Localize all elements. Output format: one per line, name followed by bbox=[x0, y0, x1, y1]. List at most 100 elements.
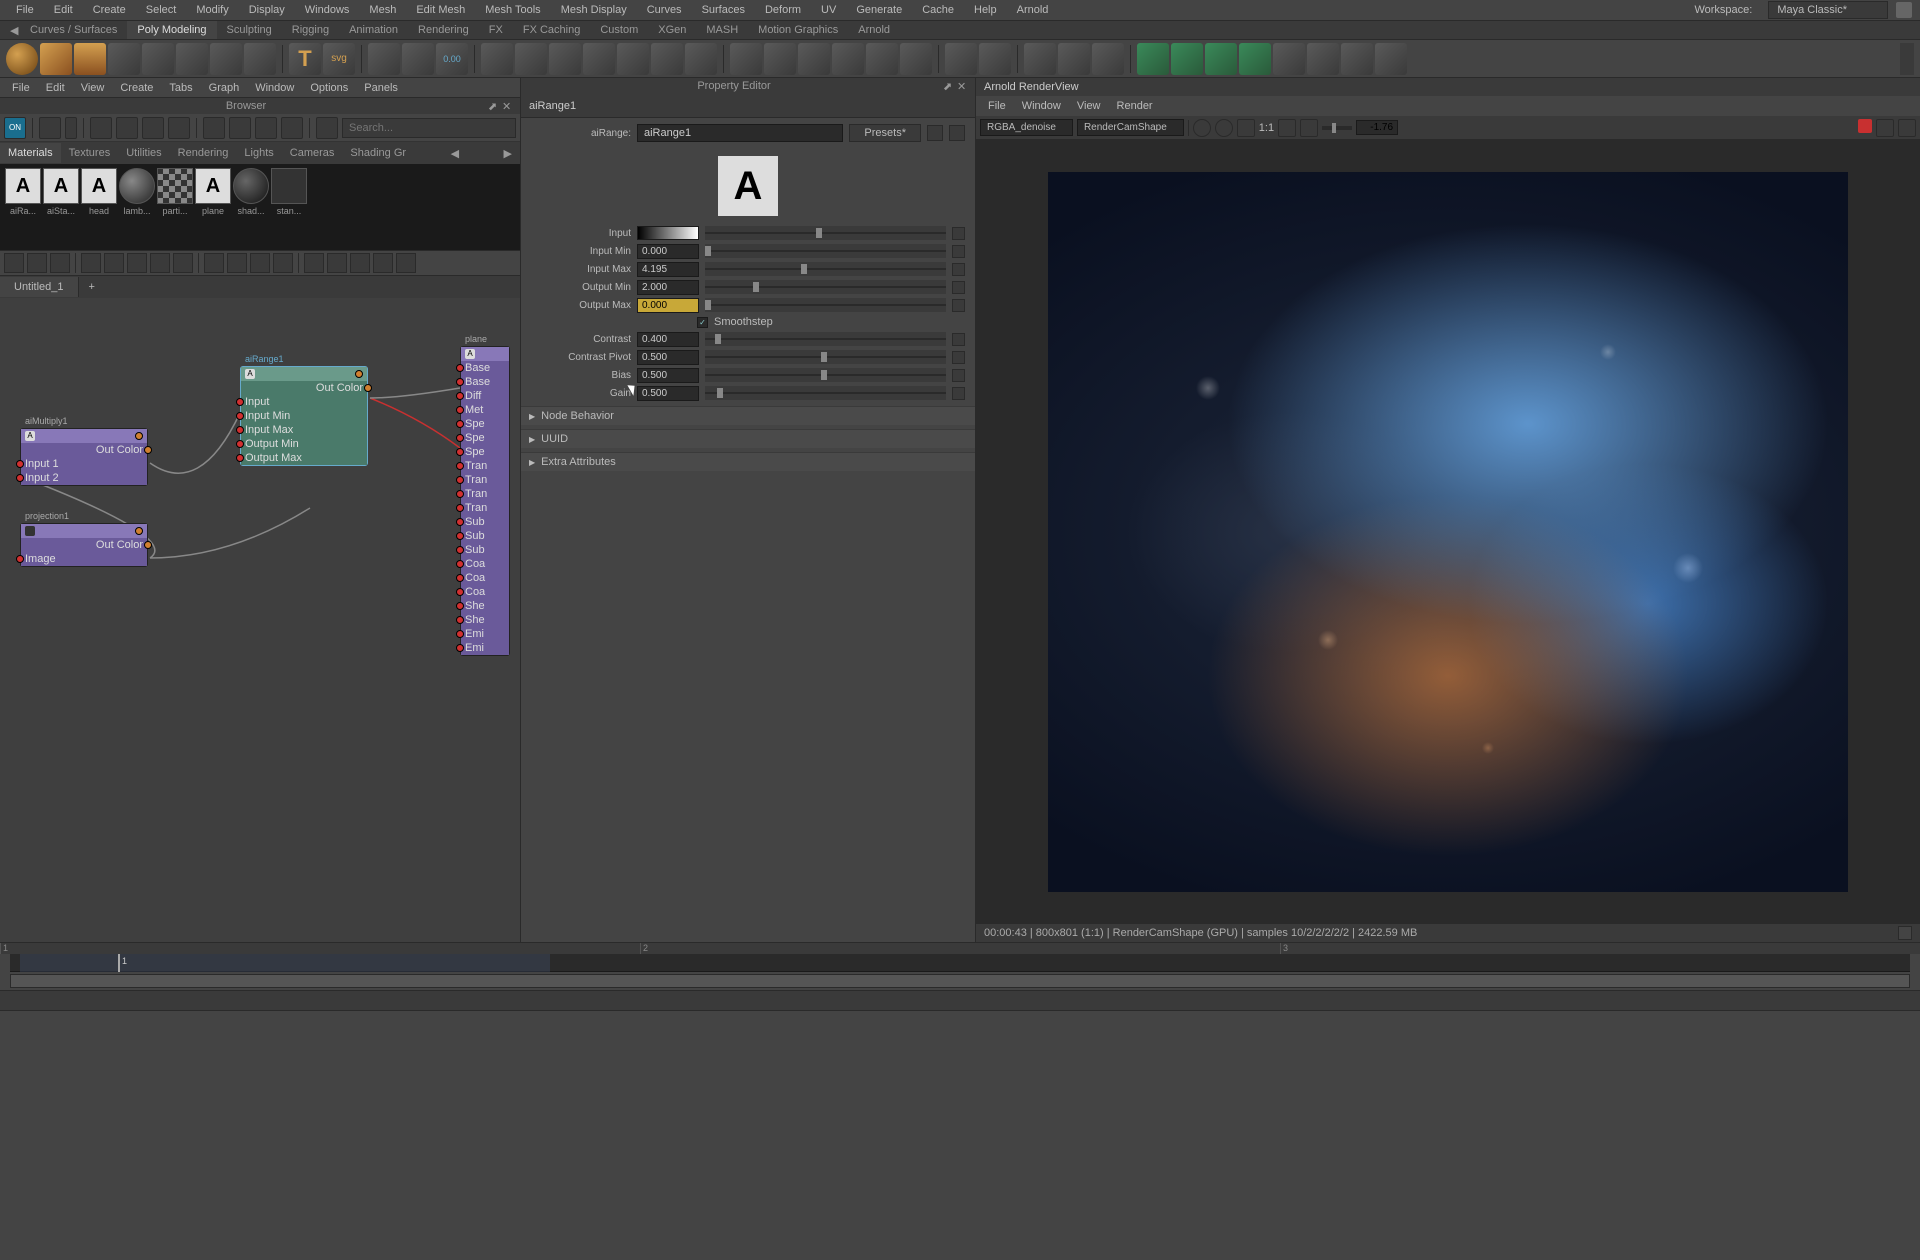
rv-menu-render[interactable]: Render bbox=[1109, 98, 1161, 114]
input-map-icon[interactable] bbox=[952, 227, 965, 240]
ne-icon-9[interactable] bbox=[204, 253, 224, 273]
shelf-bridge-icon[interactable] bbox=[798, 43, 830, 75]
tb-icon-7[interactable] bbox=[203, 117, 225, 139]
swatch-aista[interactable]: AaiSta... bbox=[42, 168, 80, 246]
lock-icon[interactable] bbox=[1896, 2, 1912, 18]
cat-arrow-right-icon[interactable]: ▶ bbox=[496, 143, 520, 164]
menu-generate[interactable]: Generate bbox=[848, 1, 910, 19]
pmenu-panels[interactable]: Panels bbox=[356, 80, 406, 96]
contrast-slider[interactable] bbox=[705, 332, 946, 346]
tb-icon-10[interactable] bbox=[281, 117, 303, 139]
node-aimultiply1[interactable]: aiMultiply1 A Out Color Input 1 Input 2 bbox=[20, 428, 148, 486]
outputmin-slider[interactable] bbox=[705, 280, 946, 294]
search-input[interactable] bbox=[342, 118, 516, 138]
rv-channel-dropdown[interactable]: RGBA_denoise bbox=[980, 119, 1073, 136]
shelf-target-icon[interactable] bbox=[979, 43, 1011, 75]
rv-ipr-icon[interactable] bbox=[1876, 119, 1894, 137]
cat-utilities[interactable]: Utilities bbox=[118, 143, 169, 163]
shelf-bool5-icon[interactable] bbox=[1273, 43, 1305, 75]
inputmax-slider[interactable] bbox=[705, 262, 946, 276]
ne-icon-14[interactable] bbox=[327, 253, 347, 273]
bias-field[interactable] bbox=[637, 368, 699, 383]
menu-curves[interactable]: Curves bbox=[639, 1, 690, 19]
swatch-head[interactable]: Ahead bbox=[80, 168, 118, 246]
ne-icon-12[interactable] bbox=[273, 253, 293, 273]
rv-refresh-icon[interactable] bbox=[1237, 119, 1255, 137]
ne-icon-16[interactable] bbox=[373, 253, 393, 273]
prop-close-icon[interactable]: ✕ bbox=[957, 80, 969, 92]
pmenu-view[interactable]: View bbox=[73, 80, 113, 96]
bias-map-icon[interactable] bbox=[952, 369, 965, 382]
shelf-platonic-icon[interactable] bbox=[244, 43, 276, 75]
shelf-bool3-icon[interactable] bbox=[1205, 43, 1237, 75]
menu-meshdisplay[interactable]: Mesh Display bbox=[553, 1, 635, 19]
shelf-tab-arnold[interactable]: Arnold bbox=[848, 21, 900, 39]
shelf-combine-icon[interactable] bbox=[515, 43, 547, 75]
shelf-torus-icon[interactable] bbox=[142, 43, 174, 75]
cat-cameras[interactable]: Cameras bbox=[282, 143, 343, 163]
render-viewport[interactable] bbox=[976, 140, 1920, 924]
tb-icon-11[interactable] bbox=[316, 117, 338, 139]
copy-tab-button[interactable] bbox=[949, 125, 965, 141]
section-node-behavior[interactable]: ▶Node Behavior bbox=[521, 406, 975, 425]
shelf-collapse-icon[interactable] bbox=[900, 43, 932, 75]
rv-record-icon[interactable] bbox=[1858, 119, 1872, 133]
cat-rendering[interactable]: Rendering bbox=[170, 143, 237, 163]
range-slider[interactable] bbox=[10, 974, 1910, 988]
contrastpivot-map-icon[interactable] bbox=[952, 351, 965, 364]
rv-frame-icon[interactable] bbox=[1278, 119, 1296, 137]
shelf-bevel-icon[interactable] bbox=[764, 43, 796, 75]
cat-materials[interactable]: Materials bbox=[0, 143, 61, 163]
outputmin-field[interactable] bbox=[637, 280, 699, 295]
shelf-plane-icon[interactable] bbox=[176, 43, 208, 75]
type-input[interactable] bbox=[637, 124, 843, 142]
shelf-scroll-icon[interactable] bbox=[1900, 43, 1914, 75]
outputmax-map-icon[interactable] bbox=[952, 299, 965, 312]
ne-icon-6[interactable] bbox=[127, 253, 147, 273]
menu-cache[interactable]: Cache bbox=[914, 1, 962, 19]
input-slider[interactable] bbox=[705, 226, 946, 240]
tb-icon-4[interactable] bbox=[116, 117, 138, 139]
browser-close-icon[interactable]: ✕ bbox=[502, 100, 514, 112]
ne-icon-15[interactable] bbox=[350, 253, 370, 273]
cat-lights[interactable]: Lights bbox=[236, 143, 281, 163]
tb-icon-2[interactable] bbox=[65, 117, 77, 139]
pmenu-options[interactable]: Options bbox=[302, 80, 356, 96]
swatch-lambert[interactable]: lamb... bbox=[118, 168, 156, 246]
swatch-particle[interactable]: parti... bbox=[156, 168, 194, 246]
inputmax-map-icon[interactable] bbox=[952, 263, 965, 276]
section-extra[interactable]: ▶Extra Attributes bbox=[521, 452, 975, 471]
presets-button[interactable]: Presets* bbox=[849, 124, 921, 142]
shelf-scroll-left[interactable]: ◀ bbox=[0, 21, 20, 40]
menu-deform[interactable]: Deform bbox=[757, 1, 809, 19]
node-plane[interactable]: plane A BaseBaseDiffMetSpeSpeSpeTranTran… bbox=[460, 346, 510, 656]
swatch-standard[interactable]: stan... bbox=[270, 168, 308, 246]
ne-icon-1[interactable] bbox=[4, 253, 24, 273]
rv-exposure-field[interactable] bbox=[1356, 120, 1398, 135]
inputmax-field[interactable] bbox=[637, 262, 699, 277]
section-uuid[interactable]: ▶UUID bbox=[521, 429, 975, 448]
cat-arrow-left-icon[interactable]: ◀ bbox=[443, 143, 467, 164]
shelf-tab-rigging[interactable]: Rigging bbox=[282, 21, 339, 39]
swatch-airange[interactable]: AaiRa... bbox=[4, 168, 42, 246]
gain-map-icon[interactable] bbox=[952, 387, 965, 400]
tb-icon-8[interactable] bbox=[229, 117, 251, 139]
ne-icon-5[interactable] bbox=[104, 253, 124, 273]
shelf-extrude-icon[interactable] bbox=[730, 43, 762, 75]
toggle-on-icon[interactable]: ON bbox=[4, 117, 26, 139]
shelf-tab-poly[interactable]: Poly Modeling bbox=[127, 21, 216, 39]
inputmin-map-icon[interactable] bbox=[952, 245, 965, 258]
ne-icon-2[interactable] bbox=[27, 253, 47, 273]
swatch-plane[interactable]: Aplane bbox=[194, 168, 232, 246]
shelf-tab-mash[interactable]: MASH bbox=[696, 21, 748, 39]
shelf-bool4-icon[interactable] bbox=[1239, 43, 1271, 75]
shelf-sphere-icon[interactable] bbox=[6, 43, 38, 75]
shelf-smooth-icon[interactable] bbox=[583, 43, 615, 75]
outputmax-field[interactable] bbox=[637, 298, 699, 313]
outputmin-map-icon[interactable] bbox=[952, 281, 965, 294]
pmenu-file[interactable]: File bbox=[4, 80, 38, 96]
rv-menu-view[interactable]: View bbox=[1069, 98, 1109, 114]
smoothstep-checkbox[interactable]: ✓ bbox=[697, 317, 708, 328]
shelf-bool1-icon[interactable] bbox=[1137, 43, 1169, 75]
shelf-bool6-icon[interactable] bbox=[1307, 43, 1339, 75]
